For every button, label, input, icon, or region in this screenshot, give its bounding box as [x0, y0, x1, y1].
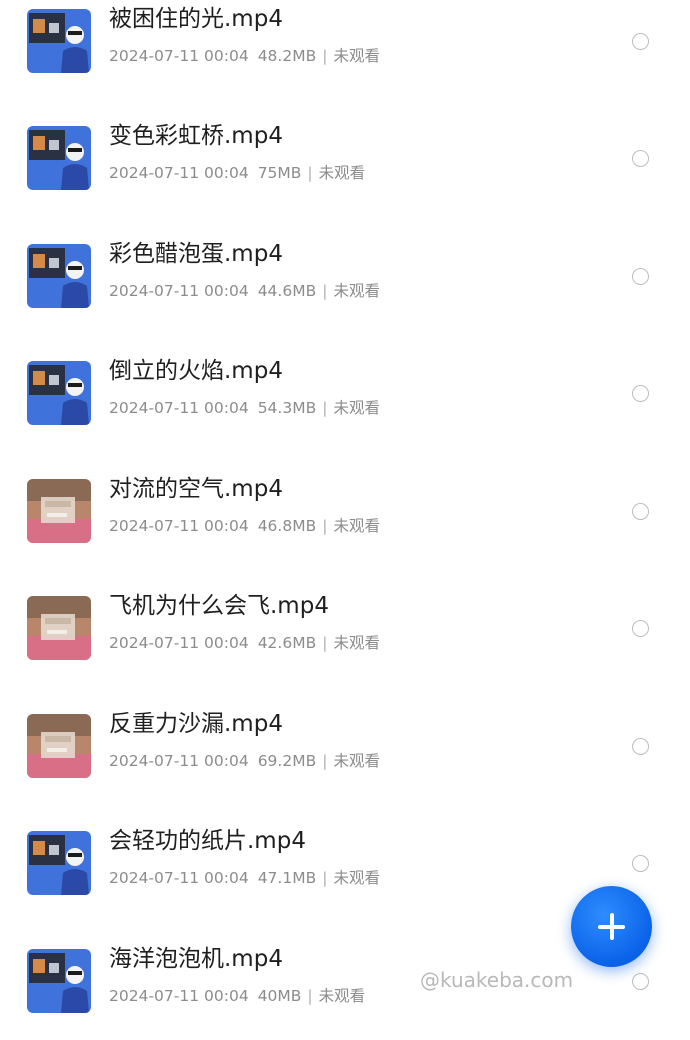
watch-status: 未观看: [333, 399, 380, 417]
separator: |: [322, 869, 328, 887]
separator: |: [322, 752, 328, 770]
video-title: 被困住的光.mp4: [109, 6, 283, 32]
video-meta: 2024-07-11 00:04 54.3MB | 未观看: [109, 398, 380, 418]
video-meta: 2024-07-11 00:04 40MB | 未观看: [109, 986, 365, 1006]
video-datetime: 2024-07-11 00:04: [109, 164, 249, 182]
video-thumbnail: [27, 9, 91, 73]
video-title: 会轻功的纸片.mp4: [109, 828, 306, 854]
video-meta: 2024-07-11 00:04 47.1MB | 未观看: [109, 868, 380, 888]
video-size: 48.2MB: [257, 47, 317, 65]
select-radio[interactable]: [632, 268, 649, 285]
separator: |: [322, 517, 328, 535]
watch-status: 未观看: [333, 517, 380, 535]
select-radio[interactable]: [632, 503, 649, 520]
video-thumbnail: [27, 714, 91, 778]
video-title: 倒立的火焰.mp4: [109, 358, 283, 384]
separator: |: [322, 47, 328, 65]
list-item[interactable]: 倒立的火焰.mp4 2024-07-11 00:04 54.3MB | 未观看: [0, 335, 690, 452]
list-item[interactable]: 飞机为什么会飞.mp4 2024-07-11 00:04 42.6MB | 未观看: [0, 570, 690, 687]
video-size: 69.2MB: [257, 752, 317, 770]
video-size: 44.6MB: [257, 282, 317, 300]
video-list: 被困住的光.mp4 2024-07-11 00:04 48.2MB | 未观看 变色彩虹桥…: [0, 0, 690, 1023]
watch-status: 未观看: [333, 752, 380, 770]
video-meta: 2024-07-11 00:04 48.2MB | 未观看: [109, 46, 380, 66]
separator: |: [307, 987, 313, 1005]
video-meta: 2024-07-11 00:04 42.6MB | 未观看: [109, 633, 380, 653]
watch-status: 未观看: [318, 987, 366, 1005]
select-radio[interactable]: [632, 33, 649, 50]
video-datetime: 2024-07-11 00:04: [109, 517, 249, 535]
list-item[interactable]: 反重力沙漏.mp4 2024-07-11 00:04 69.2MB | 未观看: [0, 688, 690, 805]
select-radio[interactable]: [632, 973, 649, 990]
video-thumbnail: [27, 126, 91, 190]
video-size: 75MB: [257, 164, 302, 182]
list-item[interactable]: 变色彩虹桥.mp4 2024-07-11 00:04 75MB | 未观看: [0, 100, 690, 217]
video-thumbnail: [27, 831, 91, 895]
select-radio[interactable]: [632, 855, 649, 872]
video-thumbnail: [27, 596, 91, 660]
video-meta: 2024-07-11 00:04 69.2MB | 未观看: [109, 751, 380, 771]
video-meta: 2024-07-11 00:04 46.8MB | 未观看: [109, 516, 380, 536]
video-meta: 2024-07-11 00:04 75MB | 未观看: [109, 163, 365, 183]
video-title: 海洋泡泡机.mp4: [109, 946, 283, 972]
video-thumbnail: [27, 361, 91, 425]
separator: |: [307, 164, 313, 182]
separator: |: [322, 634, 328, 652]
video-size: 40MB: [257, 987, 302, 1005]
video-thumbnail: [27, 949, 91, 1013]
separator: |: [322, 399, 328, 417]
watch-status: 未观看: [333, 634, 380, 652]
video-size: 46.8MB: [257, 517, 317, 535]
video-title: 对流的空气.mp4: [109, 476, 283, 502]
video-title: 变色彩虹桥.mp4: [109, 123, 283, 149]
video-size: 54.3MB: [257, 399, 317, 417]
video-meta: 2024-07-11 00:04 44.6MB | 未观看: [109, 281, 380, 301]
separator: |: [322, 282, 328, 300]
list-item[interactable]: 被困住的光.mp4 2024-07-11 00:04 48.2MB | 未观看: [0, 0, 690, 100]
watch-status: 未观看: [333, 282, 380, 300]
watermark: @kuakeba.com: [420, 968, 574, 992]
video-thumbnail: [27, 244, 91, 308]
video-datetime: 2024-07-11 00:04: [109, 47, 249, 65]
video-datetime: 2024-07-11 00:04: [109, 987, 249, 1005]
video-thumbnail: [27, 479, 91, 543]
list-item[interactable]: 彩色醋泡蛋.mp4 2024-07-11 00:04 44.6MB | 未观看: [0, 218, 690, 335]
video-title: 反重力沙漏.mp4: [109, 711, 283, 737]
list-item[interactable]: 对流的空气.mp4 2024-07-11 00:04 46.8MB | 未观看: [0, 453, 690, 570]
video-title: 彩色醋泡蛋.mp4: [109, 241, 283, 267]
video-datetime: 2024-07-11 00:04: [109, 634, 249, 652]
video-title: 飞机为什么会飞.mp4: [109, 593, 329, 619]
select-radio[interactable]: [632, 385, 649, 402]
select-radio[interactable]: [632, 150, 649, 167]
add-button[interactable]: [571, 886, 652, 967]
video-datetime: 2024-07-11 00:04: [109, 399, 249, 417]
select-radio[interactable]: [632, 738, 649, 755]
watch-status: 未观看: [333, 869, 380, 887]
watch-status: 未观看: [318, 164, 366, 182]
video-size: 42.6MB: [257, 634, 317, 652]
video-datetime: 2024-07-11 00:04: [109, 752, 249, 770]
select-radio[interactable]: [632, 620, 649, 637]
video-size: 47.1MB: [257, 869, 317, 887]
watch-status: 未观看: [333, 47, 380, 65]
video-datetime: 2024-07-11 00:04: [109, 282, 249, 300]
video-datetime: 2024-07-11 00:04: [109, 869, 249, 887]
